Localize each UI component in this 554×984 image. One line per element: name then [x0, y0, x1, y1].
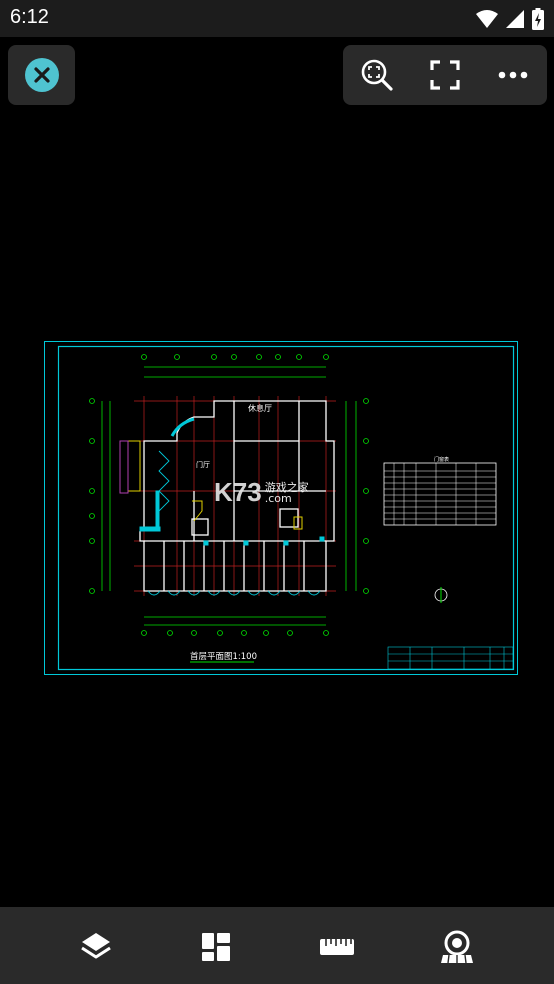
- top-dimensions: [141, 354, 329, 378]
- close-button[interactable]: [8, 45, 75, 105]
- watermark-site-text: 游戏之家: [264, 480, 309, 494]
- north-arrow: [434, 587, 448, 603]
- room-label-door: 门厅: [196, 460, 210, 469]
- title-block: [387, 646, 514, 670]
- battery-charging-icon: [532, 8, 544, 30]
- fullscreen-button[interactable]: [427, 57, 463, 93]
- watermark-domain: .com: [264, 491, 292, 505]
- layouts-icon: [202, 933, 230, 961]
- cad-drawing-canvas: 休息厅 门厅 门窗表 首层平面图1:100: [44, 341, 518, 675]
- bottom-dimensions: [141, 616, 329, 636]
- watermark: K73 游戏之家 .com: [214, 477, 309, 508]
- more-options-button[interactable]: [495, 57, 531, 93]
- status-time: 6:12: [10, 6, 49, 28]
- fullscreen-icon: [430, 60, 460, 90]
- right-dimensions: [345, 398, 369, 594]
- view-mode-icon: [441, 930, 473, 964]
- status-icons: [476, 8, 544, 30]
- table-title: 门窗表: [434, 456, 449, 463]
- cellular-signal-icon: [506, 10, 524, 28]
- close-icon: [24, 58, 59, 92]
- more-icon: [498, 71, 528, 79]
- status-bar: 6:12: [0, 0, 554, 37]
- wifi-icon: [476, 10, 498, 28]
- plan-title: 首层平面图1:100: [190, 651, 257, 662]
- room-label-main: 休息厅: [248, 403, 272, 413]
- watermark-brand: K73: [214, 477, 262, 507]
- left-dimensions: [89, 398, 111, 594]
- bottom-toolbar: [0, 907, 554, 984]
- layers-icon: [81, 933, 111, 959]
- ruler-icon: [320, 939, 354, 955]
- cad-drawing[interactable]: 休息厅 门厅 门窗表 首层平面图1:100 K73 游戏之家 .com: [44, 341, 518, 675]
- zoom-extents-button[interactable]: [359, 57, 395, 93]
- view-mode-button[interactable]: [437, 927, 477, 967]
- layouts-button[interactable]: [196, 927, 236, 967]
- measure-button[interactable]: [317, 927, 357, 967]
- door-window-table: 门窗表: [383, 456, 497, 526]
- top-toolbar: [343, 45, 547, 105]
- layers-button[interactable]: [76, 927, 116, 967]
- zoom-fit-icon: [361, 59, 393, 91]
